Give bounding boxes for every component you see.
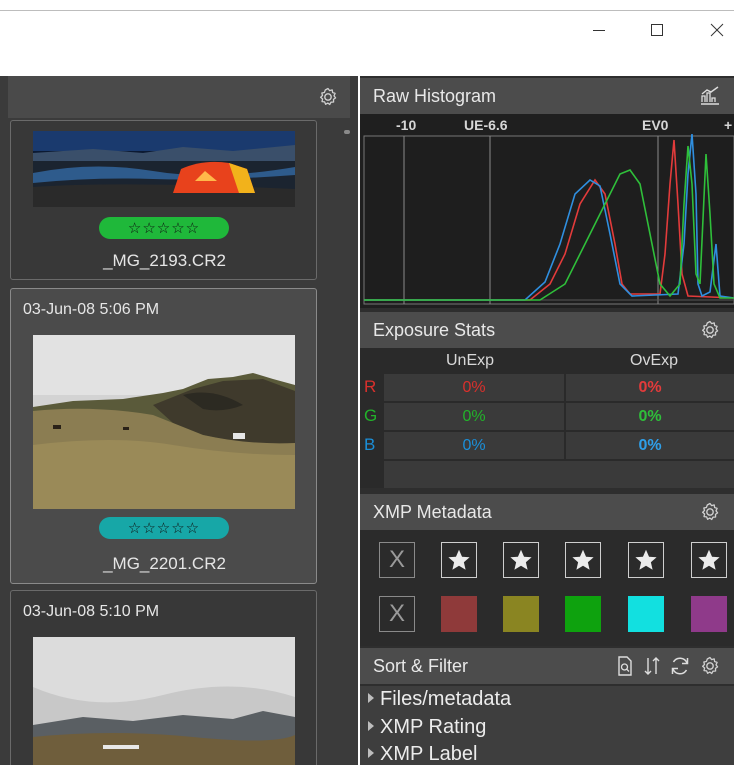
search-file-icon[interactable]: [613, 654, 637, 678]
rating-stars[interactable]: ☆☆☆☆☆: [99, 517, 229, 539]
ev-label: +: [724, 117, 733, 133]
panel-title: XMP Metadata: [373, 502, 492, 522]
exposure-stats-table: UnExp OvExp R 0% 0% G 0% 0% B 0% 0%: [360, 348, 734, 488]
minimize-icon: [593, 30, 605, 31]
title-bar-divider: [0, 10, 734, 11]
rating-5-star-button[interactable]: [691, 542, 727, 578]
ovexp-value: 0%: [566, 432, 734, 459]
star-icon: [698, 549, 720, 570]
gear-icon[interactable]: [698, 654, 722, 678]
sort-item-xmp-label[interactable]: XMP Label: [368, 743, 477, 765]
ovexp-header: OvExp: [630, 352, 679, 369]
minimize-button[interactable]: [576, 14, 622, 46]
stats-row-empty: [384, 461, 734, 488]
thumbnail-date: 03-Jun-08 5:06 PM: [23, 301, 160, 318]
label-green-button[interactable]: [565, 596, 601, 632]
sort-item-label: XMP Label: [380, 743, 478, 765]
thumbnail-scrollbar[interactable]: [340, 124, 354, 765]
thumbnail-date: 03-Jun-08 5:10 PM: [23, 603, 160, 620]
stats-row-b: B 0% 0%: [360, 432, 734, 459]
clear-label-button[interactable]: X: [379, 596, 415, 632]
stats-row-g: G 0% 0%: [360, 403, 734, 430]
label-yellow-button[interactable]: [503, 596, 539, 632]
app-window: ☆☆☆☆☆ _MG_2193.CR2 03-Jun-08 5:06 PM ☆☆☆…: [0, 0, 734, 765]
sort-item-files-metadata[interactable]: Files/metadata: [368, 688, 511, 711]
rating-2-star-button[interactable]: [503, 542, 539, 578]
raw-histogram: -10 UE-6.6 EV0 +: [360, 114, 734, 308]
title-bar: [0, 0, 734, 76]
star-icon: [448, 549, 470, 570]
thumbnail-card[interactable]: 03-Jun-08 5:10 PM: [10, 590, 317, 765]
clear-rating-button[interactable]: X: [379, 542, 415, 578]
refresh-icon[interactable]: [668, 654, 692, 678]
ovexp-value: 0%: [566, 374, 734, 401]
ev-label: -10: [396, 117, 417, 133]
sort-item-label: Files/metadata: [380, 688, 512, 710]
rating-3-star-button[interactable]: [565, 542, 601, 578]
unexp-value: 0%: [384, 374, 564, 401]
panel-title: Sort & Filter: [373, 656, 469, 676]
sort-filter-panel: Files/metadata XMP Rating XMP Label: [360, 686, 734, 765]
thumbnail-panel-header: [8, 76, 350, 118]
thumbnail-card[interactable]: ☆☆☆☆☆ _MG_2193.CR2: [10, 120, 317, 280]
unexp-header: UnExp: [446, 352, 495, 369]
histogram-ev-labels: -10 UE-6.6 EV0 +: [360, 114, 734, 134]
sort-icon[interactable]: [640, 654, 664, 678]
sort-item-xmp-rating[interactable]: XMP Rating: [368, 716, 486, 739]
unexp-value: 0%: [384, 432, 564, 459]
gear-icon[interactable]: [316, 85, 340, 109]
thumbnail-card-selected[interactable]: 03-Jun-08 5:06 PM ☆☆☆☆☆ _MG_2201.CR2: [10, 288, 317, 584]
expand-arrow-icon: [368, 720, 374, 731]
rating-1-star-button[interactable]: [441, 542, 477, 578]
thumbnail-image: [33, 335, 295, 509]
gear-icon[interactable]: [698, 318, 722, 342]
channel-label: R: [364, 377, 377, 396]
label-blue-button[interactable]: [628, 596, 664, 632]
thumbnail-image: [33, 131, 295, 207]
thumbnail-image: [33, 637, 295, 765]
label-red-button[interactable]: [441, 596, 477, 632]
right-panels: Raw Histogram -10 UE-6.6 EV0 + Exposure …: [360, 76, 734, 765]
histogram-plot: [363, 134, 734, 305]
thumbnail-panel: ☆☆☆☆☆ _MG_2193.CR2 03-Jun-08 5:06 PM ☆☆☆…: [0, 76, 358, 765]
stats-row-r: R 0% 0%: [360, 374, 734, 401]
expand-arrow-icon: [368, 692, 374, 703]
channel-label: B: [364, 435, 376, 454]
thumbnail-filename: _MG_2201.CR2: [103, 554, 226, 573]
gear-icon[interactable]: [698, 500, 722, 524]
channel-label: G: [364, 406, 378, 425]
ev-label: UE-6.6: [464, 117, 508, 133]
rating-4-star-button[interactable]: [628, 542, 664, 578]
maximize-icon: [651, 24, 663, 36]
close-icon: [710, 23, 724, 37]
ovexp-value: 0%: [566, 403, 734, 430]
close-button[interactable]: [694, 14, 734, 46]
unexp-value: 0%: [384, 403, 564, 430]
chart-icon[interactable]: [698, 84, 722, 108]
histogram-panel-header: Raw Histogram: [360, 78, 734, 114]
ev-label: EV0: [642, 117, 669, 133]
rating-stars[interactable]: ☆☆☆☆☆: [99, 217, 229, 239]
label-purple-button[interactable]: [691, 596, 727, 632]
maximize-button[interactable]: [634, 14, 680, 46]
panel-title: Raw Histogram: [373, 86, 497, 106]
scrollbar-thumb[interactable]: [344, 130, 350, 134]
expand-arrow-icon: [368, 747, 374, 758]
panel-title: Exposure Stats: [373, 320, 496, 340]
thumbnail-filename: _MG_2193.CR2: [103, 251, 226, 270]
exposure-panel-header: Exposure Stats: [360, 312, 734, 348]
star-icon: [635, 549, 657, 570]
xmp-panel-header: XMP Metadata: [360, 494, 734, 530]
sort-item-label: XMP Rating: [380, 716, 487, 738]
sort-panel-header: Sort & Filter: [360, 648, 734, 684]
xmp-metadata-panel: X X: [360, 530, 734, 646]
star-icon: [572, 549, 594, 570]
star-icon: [510, 549, 532, 570]
